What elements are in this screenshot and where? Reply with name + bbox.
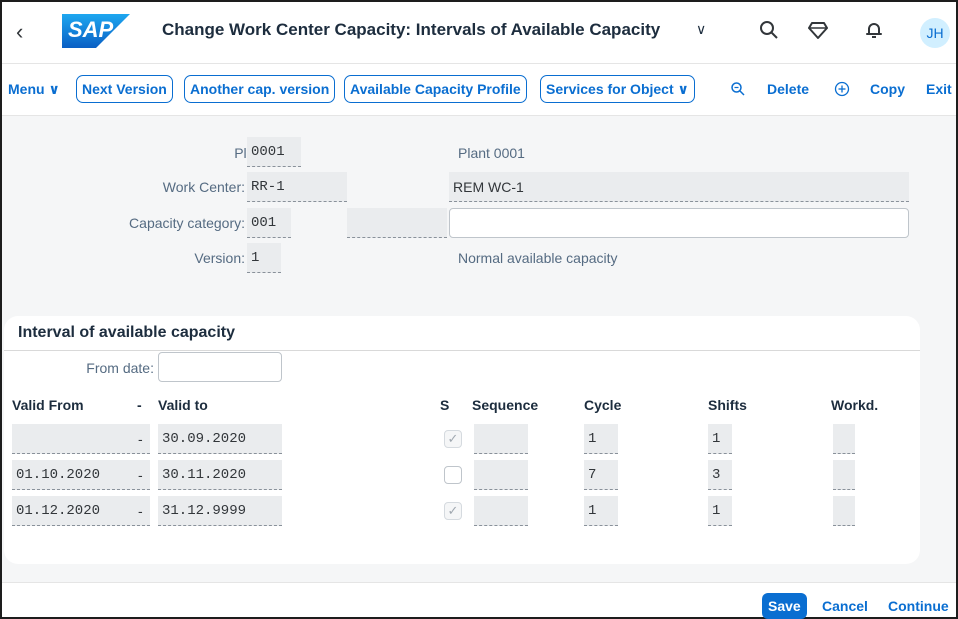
interval-panel: Interval of available capacity From date… <box>4 316 920 564</box>
col-cycle: Cycle <box>584 397 622 413</box>
valid-to-field[interactable]: 30.11.2020 <box>158 460 282 490</box>
workd-field[interactable] <box>833 460 855 490</box>
bell-icon[interactable] <box>864 20 886 42</box>
range-dash: - <box>138 431 143 447</box>
add-circle-icon[interactable] <box>834 81 850 97</box>
shifts-field[interactable]: 1 <box>708 424 732 454</box>
another-cap-version-button[interactable]: Another cap. version <box>184 75 336 103</box>
col-valid-to: Valid to <box>158 397 208 413</box>
cancel-button[interactable]: Cancel <box>822 598 868 614</box>
menu-button[interactable]: Menu ∨ <box>8 81 60 98</box>
s-checkbox[interactable] <box>444 466 462 484</box>
valid-to-field[interactable]: 30.09.2020 <box>158 424 282 454</box>
available-capacity-profile-button[interactable]: Available Capacity Profile <box>344 75 527 103</box>
from-date-label: From date: <box>86 360 154 376</box>
range-dash: - <box>138 503 143 519</box>
cycle-field[interactable]: 1 <box>584 424 618 454</box>
work-center-description: REM WC-1 <box>449 172 909 202</box>
from-date-input[interactable] <box>158 352 282 382</box>
version-label: Version: <box>194 250 245 266</box>
col-dash: - <box>137 397 142 413</box>
capacity-category-field[interactable]: 001 <box>247 208 291 238</box>
workd-field[interactable] <box>833 424 855 454</box>
shifts-field[interactable]: 3 <box>708 460 732 490</box>
exit-button[interactable]: Exit <box>926 81 952 97</box>
sequence-field[interactable] <box>474 424 528 454</box>
chevron-down-icon[interactable]: ∨ <box>696 21 706 38</box>
interval-title: Interval of available capacity <box>18 324 235 341</box>
avatar[interactable]: JH <box>920 18 950 48</box>
col-workd: Workd. <box>831 397 879 413</box>
cycle-field[interactable]: 1 <box>584 496 618 526</box>
continue-button[interactable]: Continue <box>888 598 949 614</box>
plant-field[interactable]: 0001 <box>247 137 301 167</box>
logo-text: SAP <box>68 17 114 42</box>
plant-description: Plant 0001 <box>458 145 525 161</box>
col-s: S <box>440 397 450 413</box>
save-button[interactable]: Save <box>762 593 807 619</box>
search-icon[interactable] <box>759 20 781 42</box>
copy-button[interactable]: Copy <box>870 81 905 97</box>
services-for-object-button[interactable]: Services for Object ∨ <box>540 75 695 103</box>
valid-from-field[interactable]: 01.12.2020 <box>12 496 150 526</box>
version-field[interactable]: 1 <box>247 243 281 273</box>
shell-bar: ‹ SAP Change Work Center Capacity: Inter… <box>2 2 956 64</box>
delete-button[interactable]: Delete <box>767 81 809 97</box>
page-title[interactable]: Change Work Center Capacity: Intervals o… <box>162 20 660 40</box>
workd-field[interactable] <box>833 496 855 526</box>
work-center-field[interactable]: RR-1 <box>247 172 347 202</box>
valid-from-field[interactable]: 01.10.2020 <box>12 460 150 490</box>
zoom-icon[interactable] <box>730 81 746 97</box>
version-description: Normal available capacity <box>458 250 618 266</box>
cycle-field[interactable]: 7 <box>584 460 618 490</box>
s-checkbox[interactable]: ✓ <box>444 502 462 520</box>
capacity-category-label: Capacity category: <box>129 215 245 231</box>
col-shifts: Shifts <box>708 397 747 413</box>
sequence-field[interactable] <box>474 496 528 526</box>
content-area: Plant: 0001 Plant 0001 Work Center: RR-1… <box>2 116 956 582</box>
next-version-button[interactable]: Next Version <box>76 75 173 103</box>
diamond-icon[interactable] <box>808 20 830 42</box>
work-center-label: Work Center: <box>162 179 245 195</box>
toolbar: Menu ∨ Next Version Another cap. version… <box>2 64 956 116</box>
capacity-description-input[interactable] <box>449 208 909 238</box>
col-valid-from: Valid From <box>12 397 84 413</box>
sequence-field[interactable] <box>474 460 528 490</box>
col-sequence: Sequence <box>472 397 539 413</box>
s-checkbox[interactable]: ✓ <box>444 430 462 448</box>
valid-to-field[interactable]: 31.12.9999 <box>158 496 282 526</box>
panel-divider <box>4 350 920 351</box>
footer-bar: Save Cancel Continue <box>2 582 956 619</box>
back-button[interactable]: ‹ <box>16 20 36 44</box>
range-dash: - <box>138 467 143 483</box>
valid-from-field[interactable] <box>12 424 150 454</box>
sap-logo[interactable]: SAP <box>62 14 130 48</box>
shifts-field[interactable]: 1 <box>708 496 732 526</box>
capacity-category-text-field[interactable] <box>347 208 447 238</box>
